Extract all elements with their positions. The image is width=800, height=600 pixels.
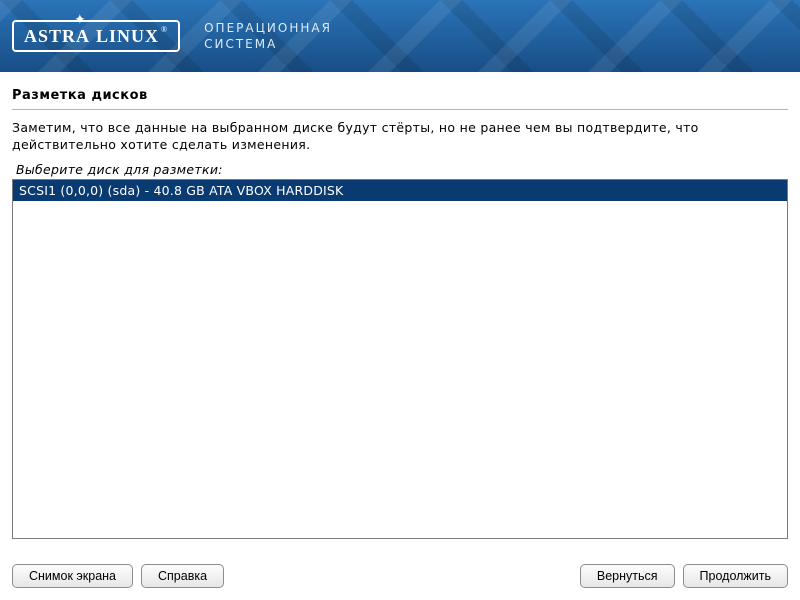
title-separator xyxy=(12,109,788,110)
registered-mark: ® xyxy=(161,25,168,34)
brand-logo: ✦ ASTRA LINUX ® xyxy=(12,20,180,52)
help-button[interactable]: Справка xyxy=(141,564,224,588)
back-button[interactable]: Вернуться xyxy=(580,564,675,588)
brand-word-astra: ASTRA xyxy=(24,26,90,47)
continue-button[interactable]: Продолжить xyxy=(683,564,788,588)
screenshot-button[interactable]: Снимок экрана xyxy=(12,564,133,588)
main-content: Разметка дисков Заметим, что все данные … xyxy=(0,72,800,539)
warning-text: Заметим, что все данные на выбранном дис… xyxy=(12,120,788,154)
footer-spacer xyxy=(224,564,572,588)
disk-listbox[interactable]: SCSI1 (0,0,0) (sda) - 40.8 GB ATA VBOX H… xyxy=(12,179,788,539)
footer-bar: Снимок экрана Справка Вернуться Продолжи… xyxy=(12,564,788,588)
brand-word-linux: LINUX xyxy=(96,26,159,47)
select-disk-prompt: Выберите диск для разметки: xyxy=(16,162,788,177)
subtitle-line1: ОПЕРАЦИОННАЯ xyxy=(204,20,332,36)
page-title: Разметка дисков xyxy=(12,88,788,103)
header-subtitle: ОПЕРАЦИОННАЯ СИСТЕМА xyxy=(204,20,332,52)
star-icon: ✦ xyxy=(74,12,87,29)
installer-header: ✦ ASTRA LINUX ® ОПЕРАЦИОННАЯ СИСТЕМА xyxy=(0,0,800,72)
disk-option[interactable]: SCSI1 (0,0,0) (sda) - 40.8 GB ATA VBOX H… xyxy=(13,180,787,201)
subtitle-line2: СИСТЕМА xyxy=(204,36,332,52)
